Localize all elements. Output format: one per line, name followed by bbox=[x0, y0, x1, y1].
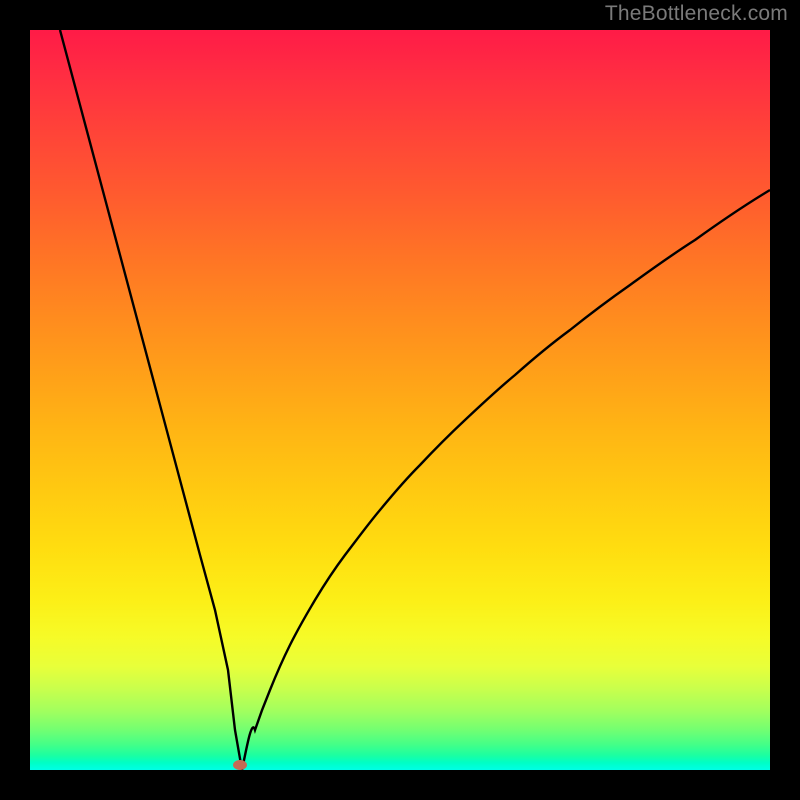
chart-frame: TheBottleneck.com bbox=[0, 0, 800, 800]
watermark-text: TheBottleneck.com bbox=[605, 2, 788, 26]
curve-svg bbox=[30, 30, 770, 770]
bottleneck-curve bbox=[60, 30, 770, 770]
min-point-marker bbox=[233, 760, 247, 770]
plot-area bbox=[30, 30, 770, 770]
